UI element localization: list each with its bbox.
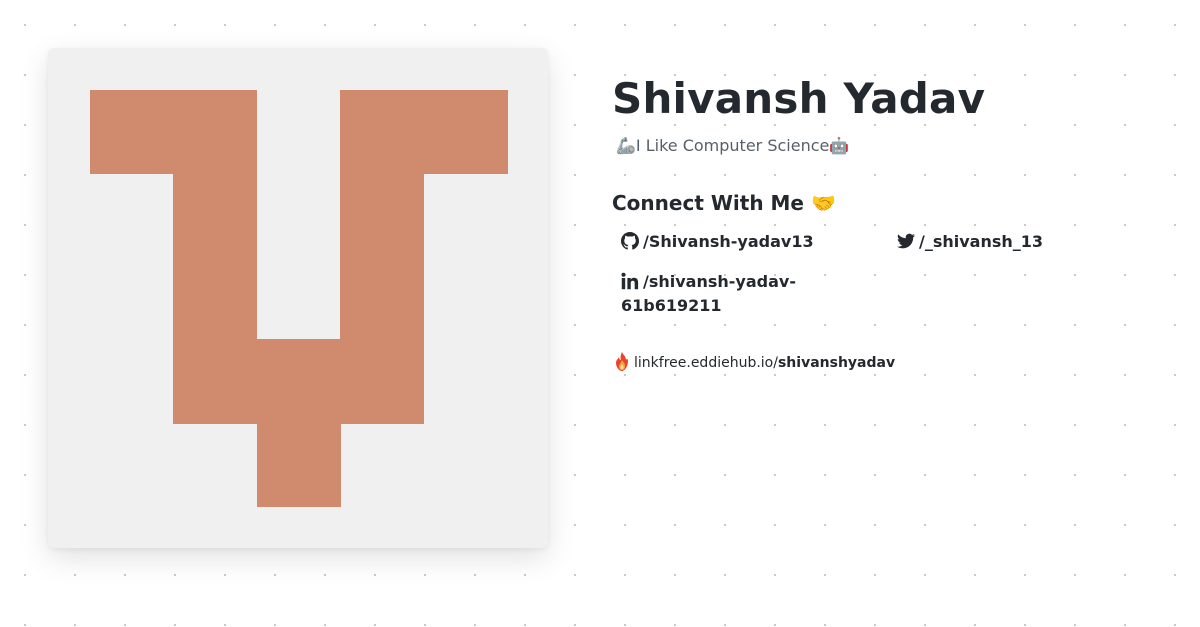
mechanical-arm-emoji: 🦾	[616, 136, 636, 155]
linkedin-label: /shivansh-yadav-61b619211	[621, 272, 796, 315]
linkedin-icon	[621, 272, 639, 290]
avatar-monogram	[90, 90, 508, 507]
linkedin-link[interactable]: /shivansh-yadav-61b619211	[621, 270, 851, 318]
bio-text: I Like Computer Science	[635, 136, 830, 155]
connect-heading: Connect With Me 🤝	[612, 191, 836, 215]
twitter-label: /_shivansh_13	[919, 232, 1044, 251]
avatar-card	[48, 48, 548, 548]
linkfree-flame-icon	[616, 352, 628, 371]
connect-heading-text: Connect With Me	[612, 191, 804, 215]
github-icon	[621, 232, 639, 250]
twitter-link[interactable]: /_shivansh_13	[897, 230, 1043, 254]
linkfree-handle: shivanshyadav	[777, 355, 896, 371]
profile-name: Shivansh Yadav	[612, 74, 986, 123]
twitter-icon	[897, 233, 915, 249]
profile-bio: 🦾I Like Computer Science🤖	[616, 136, 849, 155]
github-link[interactable]: /Shivansh-yadav13	[621, 230, 814, 254]
robot-emoji: 🤖	[829, 136, 850, 155]
linkfree-domain: linkfree.eddiehub.io/	[634, 355, 778, 371]
monogram-y-shape	[90, 90, 508, 507]
linkfree-link[interactable]: linkfree.eddiehub.io/shivanshyadav	[614, 352, 895, 374]
github-label: /Shivansh-yadav13	[643, 232, 814, 251]
handshake-emoji: 🤝	[810, 191, 836, 215]
